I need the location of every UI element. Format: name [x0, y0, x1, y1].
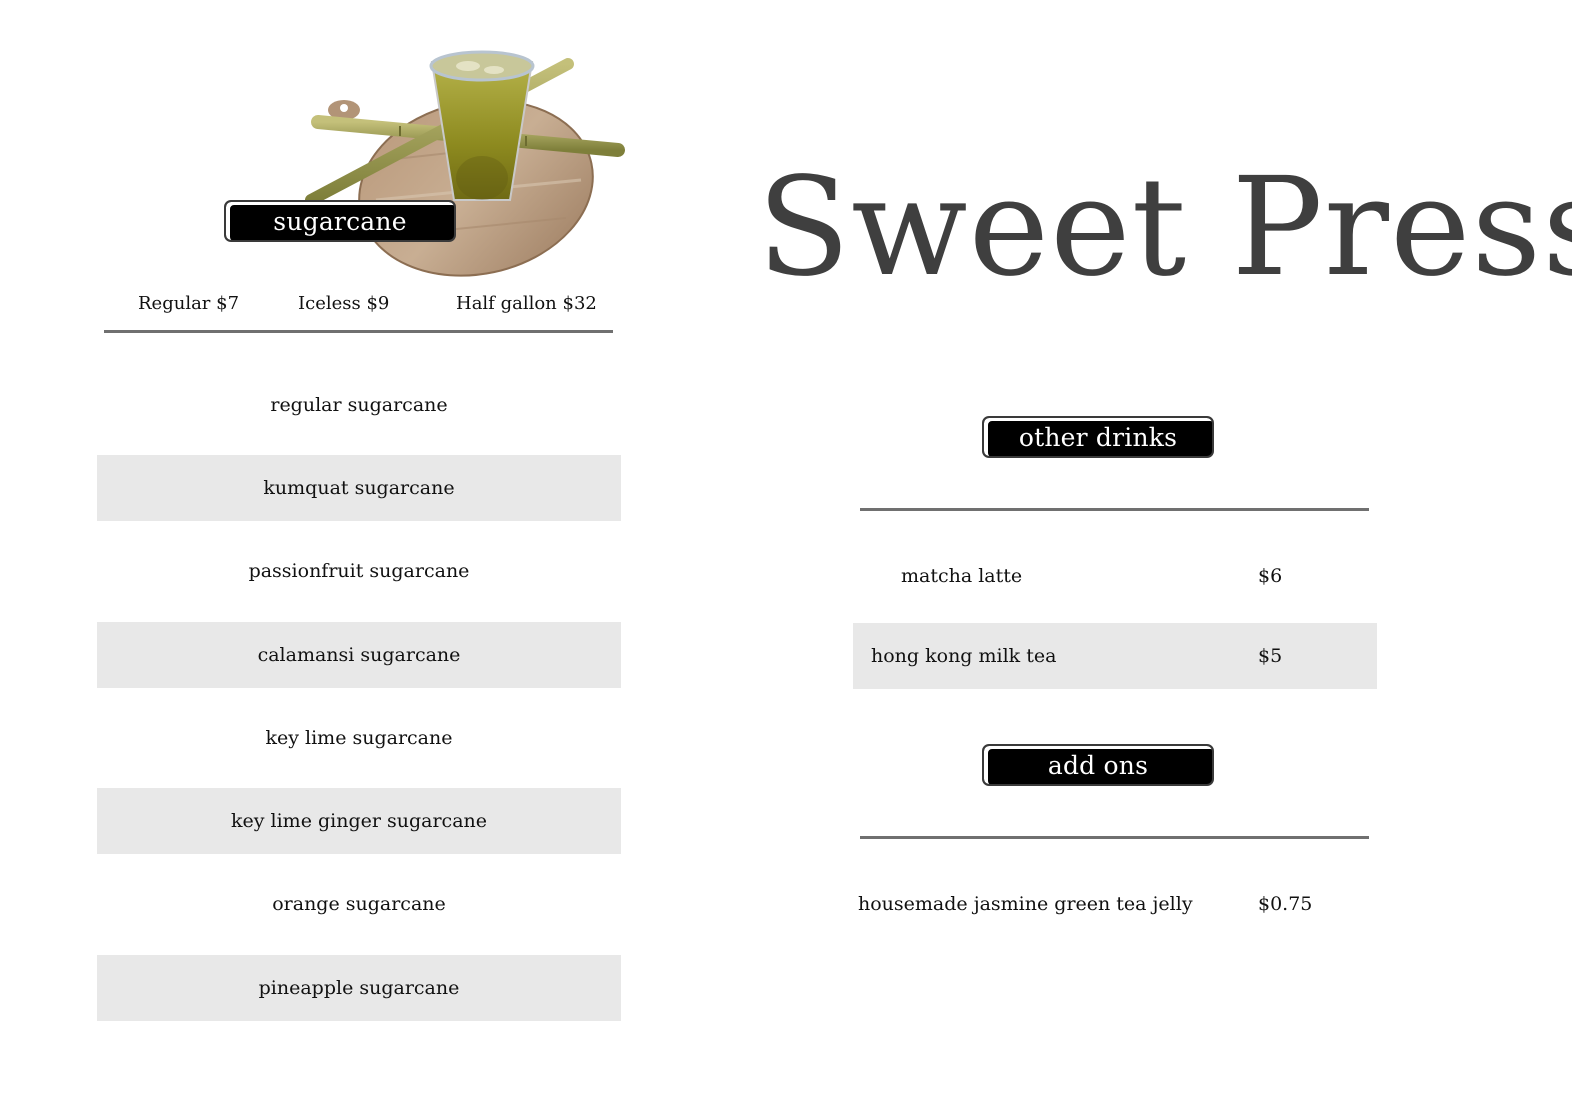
sugarcane-divider	[104, 330, 613, 333]
sugarcane-drink-photo	[305, 50, 625, 277]
flavor-item-key-lime: key lime sugarcane	[265, 727, 453, 749]
flavor-item-passionfruit: passionfruit sugarcane	[248, 560, 470, 582]
drink-row-matcha-latte: matcha latte $6	[853, 543, 1377, 609]
flavor-item-regular: regular sugarcane	[270, 394, 448, 416]
sugarcane-section-label: sugarcane	[224, 200, 456, 242]
drink-row-hong-kong-milk-tea: hong kong milk tea $5	[853, 623, 1377, 689]
drink-name: matcha latte	[901, 565, 1023, 587]
drink-price: $5	[1258, 645, 1283, 667]
drink-price: $6	[1258, 565, 1283, 587]
add-on-row-jasmine-jelly: housemade jasmine green tea jelly $0.75	[853, 871, 1377, 937]
add-on-price: $0.75	[1258, 893, 1313, 915]
flavor-item-calamansi: calamansi sugarcane	[97, 622, 621, 688]
size-price-half-gallon: Half gallon $32	[456, 293, 597, 314]
size-price-iceless: Iceless $9	[298, 293, 390, 314]
brand-title: Sweet Press	[757, 149, 1572, 307]
other-drinks-section-label: other drinks	[982, 416, 1214, 458]
add-ons-divider	[860, 836, 1369, 839]
flavor-item-orange: orange sugarcane	[272, 893, 446, 915]
flavor-item-pineapple: pineapple sugarcane	[97, 955, 621, 1021]
add-ons-section-label: add ons	[982, 744, 1214, 786]
flavor-item-kumquat: kumquat sugarcane	[97, 455, 621, 521]
flavor-item-key-lime-ginger: key lime ginger sugarcane	[97, 788, 621, 854]
other-drinks-divider	[860, 508, 1369, 511]
size-price-regular: Regular $7	[138, 293, 240, 314]
drink-name: hong kong milk tea	[871, 645, 1057, 667]
add-on-name: housemade jasmine green tea jelly	[858, 893, 1193, 915]
